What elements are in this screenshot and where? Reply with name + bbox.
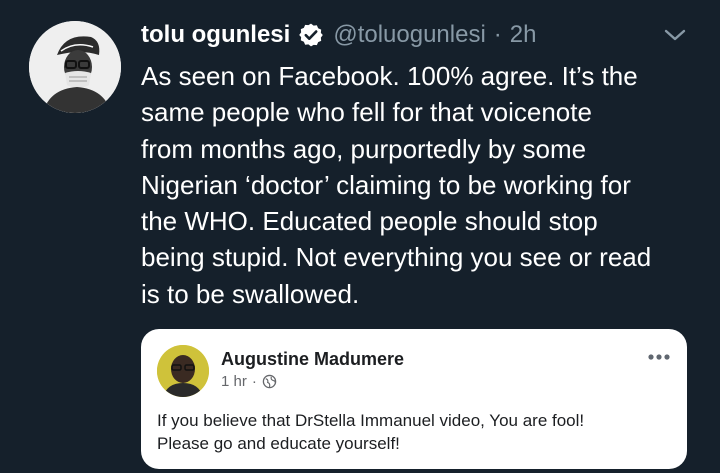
post-author-avatar <box>157 345 209 397</box>
tweet: tolu ogunlesi @toluogunlesi · 2h As seen… <box>0 0 720 473</box>
tweet-text-line: As seen on Facebook. 100% agree. It’s th… <box>141 61 638 91</box>
author-handle[interactable]: @toluogunlesi <box>333 21 485 49</box>
post-time: 1 hr <box>221 373 247 390</box>
tweet-header: tolu ogunlesi @toluogunlesi · 2h <box>141 20 537 50</box>
chevron-down-icon[interactable] <box>662 25 688 45</box>
tweet-text-line: the WHO. Educated people should stop <box>141 206 598 237</box>
tweet-text-line: is to be swallowed. <box>141 278 360 309</box>
tweet-text-line: from months ago, purportedly by some <box>141 133 587 164</box>
post-author-name: Augustine Madumere <box>221 349 405 369</box>
more-horizontal-icon <box>646 349 672 360</box>
post-text-line: If you believe that DrStella Immanuel vi… <box>157 411 585 430</box>
tweet-text-line: being stupid. Not everything you see or … <box>141 242 652 273</box>
tweet-text-line: same people who fell for that voicenote <box>141 97 592 128</box>
tweet-timestamp[interactable]: 2h <box>510 21 537 49</box>
post-meta: 1 hr · <box>221 373 277 390</box>
separator-dot: · <box>251 373 257 390</box>
tweet-text-line: Nigerian ‘doctor’ claiming to be working… <box>141 169 631 200</box>
embedded-facebook-post-image[interactable]: Augustine Madumere 1 hr · If you believe… <box>141 329 687 469</box>
separator-dot: · <box>493 21 502 48</box>
tweet-text: As seen on Facebook. 100% agree. It’s th… <box>141 58 711 312</box>
post-text: If you believe that DrStella Immanuel vi… <box>157 409 584 455</box>
verified-badge-icon <box>298 22 324 48</box>
author-avatar[interactable] <box>29 21 121 113</box>
post-text-line: Please go and educate yourself! <box>157 434 400 453</box>
globe-icon <box>262 374 277 389</box>
author-name[interactable]: tolu ogunlesi <box>141 21 290 49</box>
